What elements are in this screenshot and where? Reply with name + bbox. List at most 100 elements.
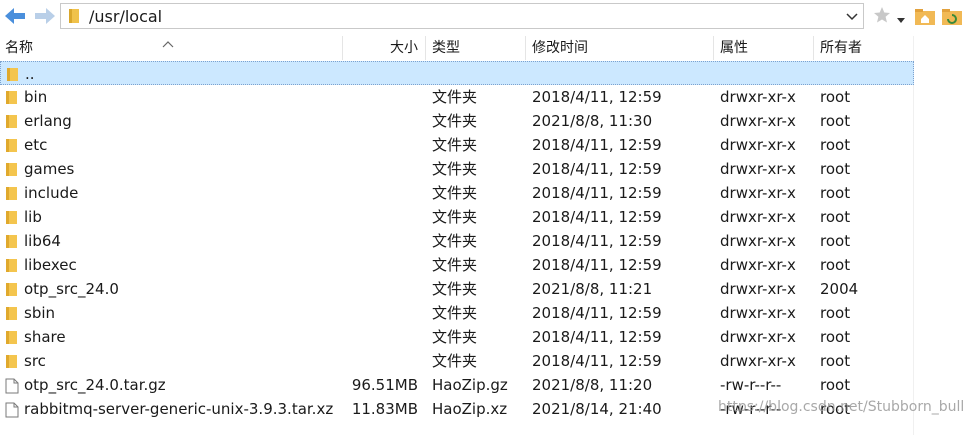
folder-icon	[6, 67, 20, 86]
file-type: 文件夹	[432, 208, 478, 226]
file-attributes: -rw-r--r--	[720, 376, 782, 394]
file-name: share	[24, 328, 66, 346]
folder-icon	[68, 8, 82, 28]
file-name: sbin	[24, 304, 56, 322]
list-item[interactable]: lib 文件夹 2018/4/11, 12:59 drwxr-xr-x root	[0, 205, 914, 229]
file-attributes: drwxr-xr-x	[720, 88, 796, 106]
folder-icon	[5, 354, 19, 373]
column-size[interactable]: 大小	[390, 36, 418, 60]
column-type[interactable]: 类型	[432, 36, 460, 60]
file-modified: 2018/4/11, 12:59	[532, 232, 662, 250]
list-item[interactable]: share 文件夹 2018/4/11, 12:59 drwxr-xr-x ro…	[0, 325, 914, 349]
back-arrow-icon[interactable]	[3, 5, 27, 27]
file-name: include	[24, 184, 79, 202]
file-name: lib64	[24, 232, 61, 250]
file-name: otp_src_24.0	[24, 280, 119, 298]
file-modified: 2021/8/8, 11:20	[532, 376, 653, 394]
file-name: games	[24, 160, 75, 178]
file-type: 文件夹	[432, 160, 478, 178]
file-attributes: drwxr-xr-x	[720, 184, 796, 202]
column-modified[interactable]: 修改时间	[532, 36, 588, 60]
file-attributes: drwxr-xr-x	[720, 136, 796, 154]
file-owner: root	[820, 208, 851, 226]
file-owner: root	[820, 88, 851, 106]
file-owner: root	[820, 376, 851, 394]
folder-icon	[5, 186, 19, 205]
file-type: 文件夹	[432, 304, 478, 322]
column-attributes[interactable]: 属性	[720, 36, 748, 60]
file-modified: 2018/4/11, 12:59	[532, 328, 662, 346]
sort-ascending-icon	[162, 34, 174, 52]
file-owner: 2004	[820, 280, 859, 298]
file-type: 文件夹	[432, 232, 478, 250]
file-owner: root	[820, 184, 851, 202]
file-attributes: drwxr-xr-x	[720, 208, 796, 226]
file-size: 96.51MB	[351, 376, 418, 394]
file-attributes: drwxr-xr-x	[720, 352, 796, 370]
list-item[interactable]: include 文件夹 2018/4/11, 12:59 drwxr-xr-x …	[0, 181, 914, 205]
file-icon	[5, 378, 19, 398]
column-name[interactable]: 名称	[5, 36, 33, 60]
file-attributes: drwxr-xr-x	[720, 232, 796, 250]
file-name: erlang	[24, 112, 72, 130]
file-type: 文件夹	[432, 112, 478, 130]
list-item[interactable]: etc 文件夹 2018/4/11, 12:59 drwxr-xr-x root	[0, 133, 914, 157]
file-attributes: drwxr-xr-x	[720, 280, 796, 298]
address-path: /usr/local	[89, 7, 163, 26]
file-attributes: drwxr-xr-x	[720, 328, 796, 346]
file-owner: root	[820, 160, 851, 178]
folder-icon	[5, 90, 19, 109]
file-name: ..	[25, 65, 35, 83]
refresh-icon[interactable]	[941, 6, 963, 30]
list-item[interactable]: otp_src_24.0 文件夹 2021/8/8, 11:21 drwxr-x…	[0, 277, 914, 301]
file-modified: 2021/8/14, 21:40	[532, 400, 662, 418]
list-item[interactable]: sbin 文件夹 2018/4/11, 12:59 drwxr-xr-x roo…	[0, 301, 914, 325]
dropdown-arrow-icon[interactable]	[896, 11, 906, 29]
list-item[interactable]: lib64 文件夹 2018/4/11, 12:59 drwxr-xr-x ro…	[0, 229, 914, 253]
forward-arrow-icon[interactable]	[33, 5, 57, 27]
list-item[interactable]: games 文件夹 2018/4/11, 12:59 drwxr-xr-x ro…	[0, 157, 914, 181]
list-item[interactable]: otp_src_24.0.tar.gz 96.51MB HaoZip.gz 20…	[0, 373, 914, 397]
folder-icon	[5, 258, 19, 277]
file-modified: 2018/4/11, 12:59	[532, 304, 662, 322]
file-modified: 2018/4/11, 12:59	[532, 136, 662, 154]
file-type: 文件夹	[432, 352, 478, 370]
folder-icon	[5, 114, 19, 133]
file-name: lib	[24, 208, 42, 226]
file-owner: root	[820, 256, 851, 274]
folder-icon	[5, 306, 19, 325]
star-icon[interactable]	[873, 6, 891, 28]
list-item[interactable]: erlang 文件夹 2021/8/8, 11:30 drwxr-xr-x ro…	[0, 109, 914, 133]
file-modified: 2021/8/8, 11:21	[532, 280, 653, 298]
folder-icon	[5, 330, 19, 349]
folder-icon	[5, 138, 19, 157]
file-modified: 2018/4/11, 12:59	[532, 184, 662, 202]
file-type: 文件夹	[432, 184, 478, 202]
file-type: 文件夹	[432, 280, 478, 298]
chevron-down-icon[interactable]	[841, 4, 863, 28]
column-owner[interactable]: 所有者	[820, 36, 862, 60]
file-modified: 2018/4/11, 12:59	[532, 88, 662, 106]
file-attributes: drwxr-xr-x	[720, 256, 796, 274]
file-name: bin	[24, 88, 48, 106]
file-owner: root	[820, 304, 851, 322]
file-type: 文件夹	[432, 256, 478, 274]
file-name: etc	[24, 136, 48, 154]
file-attributes: drwxr-xr-x	[720, 112, 796, 130]
list-item[interactable]: libexec 文件夹 2018/4/11, 12:59 drwxr-xr-x …	[0, 253, 914, 277]
file-modified: 2021/8/8, 11:30	[532, 112, 653, 130]
list-item[interactable]: src 文件夹 2018/4/11, 12:59 drwxr-xr-x root	[0, 349, 914, 373]
file-modified: 2018/4/11, 12:59	[532, 256, 662, 274]
file-owner: root	[820, 112, 851, 130]
file-owner: root	[820, 328, 851, 346]
folder-icon	[5, 234, 19, 253]
list-item[interactable]: bin 文件夹 2018/4/11, 12:59 drwxr-xr-x root	[0, 85, 914, 109]
folder-icon	[5, 282, 19, 301]
address-bar[interactable]: /usr/local	[60, 3, 864, 29]
list-item[interactable]: ..	[0, 61, 914, 85]
file-owner: root	[820, 232, 851, 250]
home-folder-icon[interactable]	[914, 6, 936, 30]
file-type: 文件夹	[432, 136, 478, 154]
file-size: 11.83MB	[351, 400, 418, 418]
folder-icon	[5, 162, 19, 181]
